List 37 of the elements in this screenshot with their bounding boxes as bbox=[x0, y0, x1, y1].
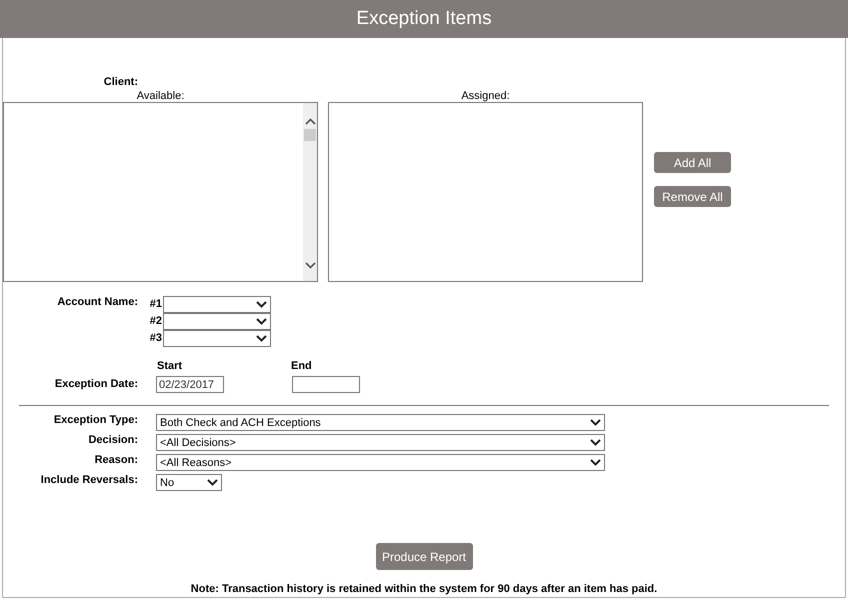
caret-icon bbox=[590, 419, 601, 426]
end-label: End bbox=[291, 360, 312, 372]
scrollbar-thumb[interactable] bbox=[304, 129, 316, 141]
caret-icon bbox=[256, 335, 267, 342]
assigned-label: Assigned: bbox=[461, 90, 510, 102]
caret-icon bbox=[590, 439, 601, 446]
add-all-button[interactable]: Add All bbox=[654, 152, 731, 173]
dropdown[interactable]: <All Decisions> bbox=[156, 434, 605, 451]
dropdown[interactable] bbox=[163, 296, 271, 313]
caret-icon bbox=[590, 459, 601, 466]
start-date-field[interactable]: 02/23/2017 bbox=[156, 376, 224, 393]
remove-all-button[interactable]: Remove All bbox=[654, 186, 731, 207]
scrollbar[interactable] bbox=[303, 103, 317, 281]
produce-report-button[interactable]: Produce Report bbox=[376, 543, 472, 570]
available-label: Available: bbox=[136, 90, 184, 102]
client-label: Client: bbox=[102, 76, 138, 88]
page-title: Exception Items bbox=[356, 8, 492, 30]
filter-label: Reason: bbox=[94, 454, 138, 466]
account-number-label: #3 bbox=[148, 331, 162, 346]
account-number-label: #1 bbox=[148, 297, 162, 312]
filter-label: Exception Type: bbox=[52, 414, 138, 426]
start-label: Start bbox=[157, 360, 184, 372]
dropdown[interactable] bbox=[163, 313, 271, 330]
end-date-field[interactable] bbox=[292, 376, 360, 393]
dropdown[interactable] bbox=[163, 330, 271, 347]
filter-label: Decision: bbox=[87, 434, 138, 446]
dropdown[interactable]: <All Reasons> bbox=[156, 454, 605, 471]
exception-date-label: Exception Date: bbox=[54, 378, 138, 390]
caret-icon bbox=[256, 301, 267, 308]
dropdown[interactable]: Both Check and ACH Exceptions bbox=[156, 414, 605, 431]
filter-label: Include Reversals: bbox=[40, 474, 138, 486]
dropdown[interactable]: No bbox=[156, 474, 222, 491]
caret-icon bbox=[207, 479, 218, 486]
account-name-label: Account Name: bbox=[56, 296, 138, 309]
account-number-label: #2 bbox=[148, 314, 162, 329]
caret-icon bbox=[256, 318, 267, 325]
note-text: Note: Transaction history is retained within the system for 90 days after an item has paid. bbox=[190, 583, 658, 595]
